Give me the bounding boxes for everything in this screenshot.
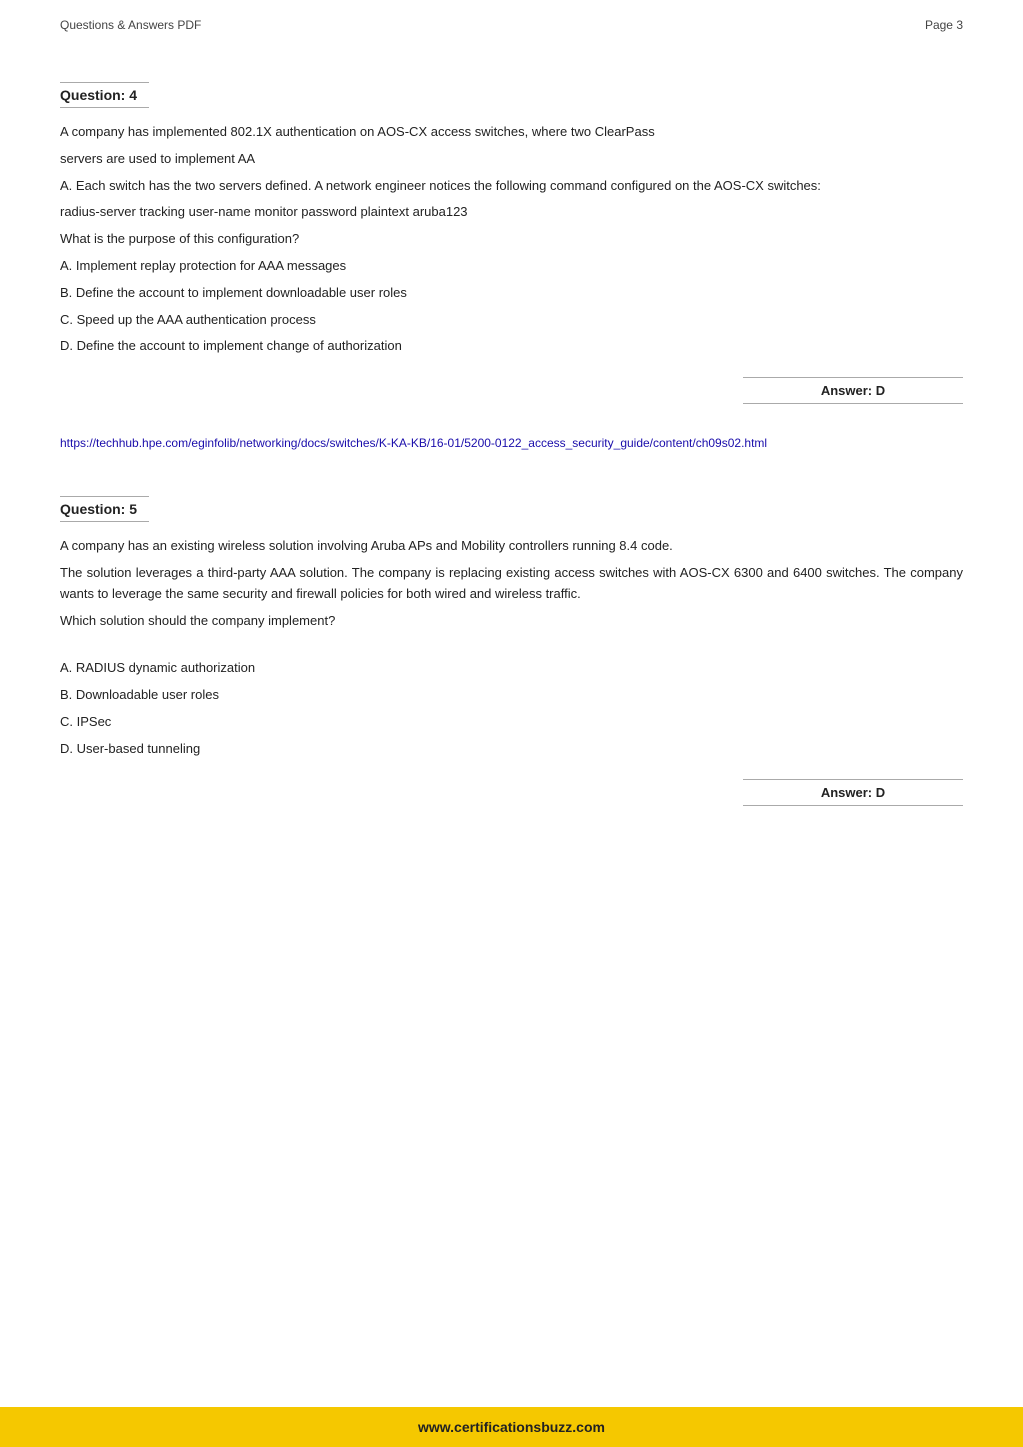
- question-4-body: A company has implemented 802.1X authent…: [60, 122, 963, 357]
- question-5-answer: Answer: D: [743, 779, 963, 806]
- question-4-answer: Answer: D: [743, 377, 963, 404]
- reference-link[interactable]: https://techhub.hpe.com/eginfolib/networ…: [60, 434, 963, 452]
- q5-line-1: A company has an existing wireless solut…: [60, 536, 963, 557]
- question-4-title: Question: 4: [60, 87, 137, 103]
- q5-line-2: The solution leverages a third-party AAA…: [60, 563, 963, 605]
- q5-option-b: B. Downloadable user roles: [60, 685, 963, 706]
- question-5-answer-box: Answer: D: [60, 779, 963, 806]
- q5-option-c: C. IPSec: [60, 712, 963, 733]
- question-5-title: Question: 5: [60, 501, 137, 517]
- question-5-answer-label: Answer: D: [821, 785, 885, 800]
- q4-option-c: C. Speed up the AAA authentication proce…: [60, 310, 963, 331]
- reference-url-text: https://techhub.hpe.com/eginfolib/networ…: [60, 436, 767, 450]
- q4-option-d: D. Define the account to implement chang…: [60, 336, 963, 357]
- question-4-title-box: Question: 4: [60, 82, 149, 108]
- page-content: Question: 4 A company has implemented 80…: [0, 42, 1023, 916]
- q5-option-d: D. User-based tunneling: [60, 739, 963, 760]
- question-4-answer-box: Answer: D: [60, 377, 963, 404]
- page-header: Questions & Answers PDF Page 3: [0, 0, 1023, 42]
- q5-option-a: A. RADIUS dynamic authorization: [60, 658, 963, 679]
- q4-line-5: What is the purpose of this configuratio…: [60, 229, 963, 250]
- question-4-answer-label: Answer: D: [821, 383, 885, 398]
- question-5-body: A company has an existing wireless solut…: [60, 536, 963, 759]
- q5-line-3: Which solution should the company implem…: [60, 611, 963, 632]
- header-right: Page 3: [925, 18, 963, 32]
- header-left: Questions & Answers PDF: [60, 18, 201, 32]
- q4-line-1: A company has implemented 802.1X authent…: [60, 122, 963, 143]
- q4-option-a: A. Implement replay protection for AAA m…: [60, 256, 963, 277]
- question-5-title-box: Question: 5: [60, 496, 149, 522]
- footer-url: www.certificationsbuzz.com: [418, 1419, 605, 1435]
- q4-line-2: servers are used to implement AA: [60, 149, 963, 170]
- question-5-block: Question: 5 A company has an existing wi…: [60, 466, 963, 806]
- question-4-block: Question: 4 A company has implemented 80…: [60, 52, 963, 404]
- q4-line-4: radius-server tracking user-name monitor…: [60, 202, 963, 223]
- q4-line-3: A. Each switch has the two servers defin…: [60, 176, 963, 197]
- q4-option-b: B. Define the account to implement downl…: [60, 283, 963, 304]
- page-footer: www.certificationsbuzz.com: [0, 1407, 1023, 1447]
